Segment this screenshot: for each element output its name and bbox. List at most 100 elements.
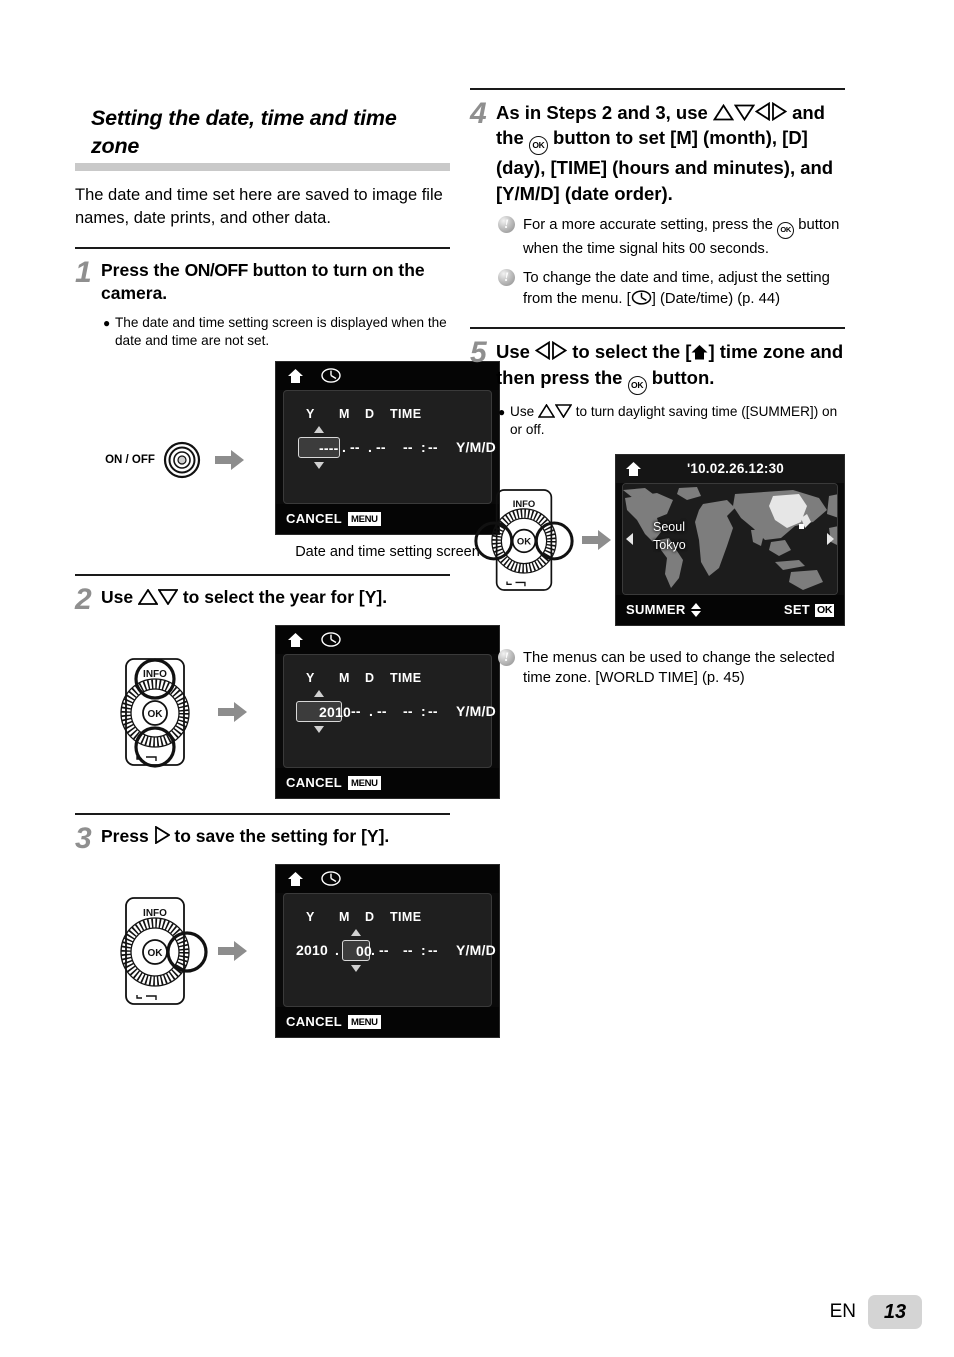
- header-time: TIME: [390, 406, 422, 421]
- lcd-world-time-screen: '10.02.26.12:30 Seoul Tokyo SUMMER SET O…: [615, 453, 845, 626]
- header-y: Y: [306, 909, 315, 924]
- month-field-selected[interactable]: 00: [342, 928, 372, 972]
- lcd-screen-2-wrap: Y M D TIME 2010 . -- . -- --: -- Y/M/D …: [275, 624, 500, 799]
- note-text: The menus can be used to change the sele…: [523, 649, 835, 686]
- step-5: 5 Use to select the [] time zone and the…: [470, 327, 845, 688]
- caret-down-icon[interactable]: [351, 964, 361, 972]
- map-next-arrow-icon[interactable]: [827, 532, 834, 545]
- control-pad-art-leftright: INFO OK: [470, 484, 615, 596]
- note-accurate-setting: For a more accurate setting, press the O…: [498, 215, 845, 259]
- arrow-up-glyph-icon: [537, 403, 556, 418]
- arrow-right-glyph-icon: [772, 101, 788, 122]
- arrow-right-glyph-icon: [154, 824, 171, 845]
- menu-badge[interactable]: MENU: [347, 1014, 381, 1029]
- header-d: D: [365, 909, 375, 924]
- menu-badge[interactable]: MENU: [347, 511, 381, 526]
- power-button-icon: [163, 441, 201, 479]
- caret-down-icon[interactable]: [314, 461, 324, 469]
- lcd-date-time-screen-year: Y M D TIME 2010 . -- . -- --: -- Y/M/D …: [275, 624, 500, 799]
- bullet-dot: ●: [103, 315, 111, 330]
- lcd-date-time-screen-empty: Y M D TIME ---- . -- . -- --: -- Y/M/D …: [275, 360, 500, 535]
- figure-caption: Date and time setting screen: [295, 543, 480, 560]
- set-control[interactable]: SET OK: [783, 602, 834, 618]
- bullet-text: The date and time setting screen is disp…: [115, 314, 447, 349]
- minute-value: --: [428, 941, 438, 958]
- clock-icon: [321, 368, 341, 383]
- ok-button-icon[interactable]: OK: [528, 136, 548, 156]
- page-number-badge: 13: [868, 1295, 922, 1329]
- note-change-datetime: To change the date and time, adjust the …: [498, 268, 845, 309]
- exclamation-icon: [498, 215, 515, 234]
- step1-text-a: Press the: [101, 260, 185, 281]
- step5-figure: INFO OK '10.02.26.12:30 Seoul Tokyo SUMM…: [470, 453, 845, 626]
- separator-2: .: [369, 702, 374, 719]
- step-2: 2 Use to select the year for [Y]. INFO O…: [75, 573, 500, 799]
- note1-text-a: For a more accurate setting, press the: [523, 217, 778, 234]
- flow-arrow-icon: [214, 701, 248, 723]
- control-pad-icon: INFO OK: [120, 896, 208, 1005]
- summer-label: SUMMER: [626, 602, 686, 618]
- separator-1: .: [335, 941, 340, 958]
- step-number: 4: [470, 97, 487, 130]
- ok-button-icon[interactable]: OK: [777, 222, 795, 240]
- lcd-value-row: ---- . -- . -- -- : -- Y/M/D: [284, 425, 496, 469]
- step-number: 2: [75, 582, 92, 616]
- cancel-label: CANCEL: [286, 775, 342, 791]
- lcd-date-time-screen-month: Y M D TIME 2010 . 00 . -- --: -- Y/M/D …: [275, 863, 500, 1038]
- note2-text-b: ] (Date/time) (p. 44): [651, 290, 781, 307]
- bullet-item: ● The date and time setting screen is di…: [103, 314, 450, 351]
- set-label: SET: [783, 602, 811, 618]
- step-divider: [470, 327, 845, 330]
- step-instruction: Use to select the year for [Y].: [101, 584, 450, 609]
- bullet-text: Use to turn daylight saving time ([SUMME…: [510, 403, 845, 440]
- step-divider: [75, 247, 450, 250]
- date-order-value: Y/M/D: [456, 941, 496, 958]
- lcd-screen-1-wrap: Y M D TIME ---- . -- . -- --: -- Y/M/D …: [275, 360, 500, 560]
- date-order-value: Y/M/D: [456, 702, 496, 719]
- step-number: 5: [470, 336, 487, 370]
- time-separator: :: [421, 702, 426, 719]
- world-map[interactable]: Seoul Tokyo: [622, 482, 838, 595]
- city-label-seoul: Seoul: [653, 519, 685, 534]
- lcd-screen-3-wrap: Y M D TIME 2010 . 00 . -- --: -- Y/M/D …: [275, 863, 500, 1038]
- exclamation-icon-wrap: [498, 215, 523, 259]
- caret-up-icon[interactable]: [351, 928, 361, 936]
- map-prev-arrow-icon[interactable]: [626, 532, 633, 545]
- ok-button-icon[interactable]: OK: [627, 375, 647, 395]
- step2-text-b: to select the year for [Y].: [177, 586, 388, 607]
- svg-text:INFO: INFO: [143, 908, 167, 919]
- svg-text:INFO: INFO: [143, 669, 167, 680]
- updown-arrows-icon[interactable]: [690, 603, 702, 618]
- bullet-item: ● Use to turn daylight saving time ([SUM…: [498, 403, 845, 440]
- summer-control[interactable]: SUMMER: [626, 602, 702, 618]
- menu-badge[interactable]: MENU: [347, 775, 381, 790]
- right-column: 4 As in Steps 2 and 3, use and the OK bu…: [470, 88, 845, 688]
- header-m: M: [339, 406, 350, 421]
- note-text: For a more accurate setting, press the O…: [523, 215, 845, 259]
- ok-badge[interactable]: OK: [815, 604, 834, 618]
- hour-value: --: [403, 941, 413, 958]
- arrow-down-glyph-icon: [157, 588, 179, 606]
- year-field-selected[interactable]: 2010: [296, 689, 351, 733]
- step1-figure: ON / OFF Y M D TIME ---- . -- . -- --: …: [75, 360, 500, 560]
- caret-down-icon[interactable]: [314, 725, 324, 733]
- svg-text:INFO: INFO: [512, 498, 535, 509]
- lcd-status-bar: [276, 361, 499, 390]
- caret-up-icon[interactable]: [314, 689, 324, 697]
- time-separator: :: [421, 438, 426, 455]
- control-pad-art-right: INFO OK: [75, 892, 275, 1010]
- caret-up-icon[interactable]: [314, 425, 324, 433]
- step5-text-a: Use: [496, 341, 536, 363]
- step5-text-d: button.: [646, 366, 715, 388]
- clock-icon: [631, 290, 651, 305]
- step2-figure: INFO OK Y M D TIME 2010 . -- . -- --: -…: [75, 624, 500, 799]
- language-label: EN: [829, 1301, 856, 1322]
- svg-text:OK: OK: [516, 535, 530, 546]
- lcd-status-bar: [276, 864, 499, 893]
- day-value: --: [376, 438, 386, 455]
- year-field-selected[interactable]: ----: [298, 425, 340, 469]
- control-pad-art-updown: INFO OK: [75, 653, 275, 771]
- section-title: Setting the date, time and time zone: [91, 106, 397, 159]
- step-4: 4 As in Steps 2 and 3, use and the OK bu…: [470, 88, 845, 309]
- header-time: TIME: [390, 670, 422, 685]
